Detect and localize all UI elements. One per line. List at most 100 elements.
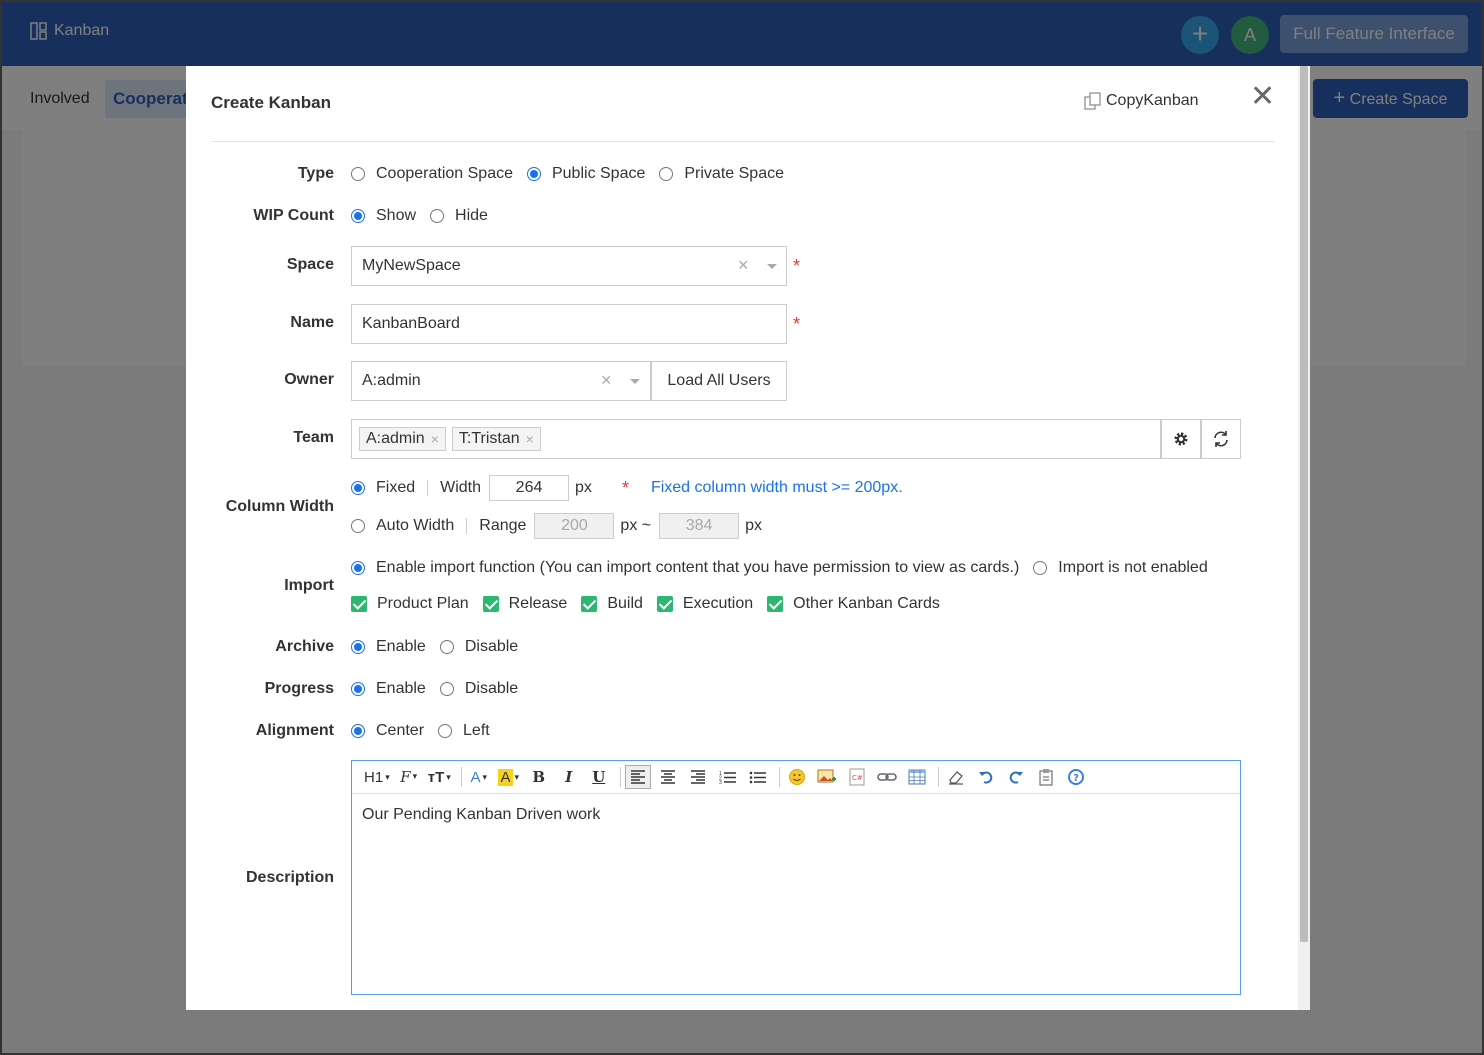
emoji-icon[interactable] [784, 765, 810, 789]
font-size-button[interactable]: тT ▾ [426, 765, 453, 789]
type-option-label: Private Space [684, 165, 784, 182]
import-enable-option[interactable]: Enable import function (You can import c… [351, 559, 1019, 577]
team-refresh-button[interactable] [1201, 419, 1241, 459]
underline-button[interactable]: U [586, 765, 612, 789]
radio-checked-icon [351, 640, 365, 654]
heading-button[interactable]: H1 ▾ [362, 765, 392, 789]
archive-option-enable[interactable]: Enable [351, 638, 426, 656]
width-input[interactable]: 264 [489, 475, 570, 501]
bullet-list-icon[interactable] [745, 765, 771, 789]
check-release[interactable]: Release [482, 595, 568, 613]
owner-value: A:admin [362, 372, 421, 389]
image-icon[interactable] [814, 765, 840, 789]
clear-icon[interactable]: × [738, 247, 749, 283]
team-select[interactable]: A:admin × T:Tristan × [351, 419, 1161, 459]
type-option-cooperation[interactable]: Cooperation Space [351, 165, 513, 183]
font-family-button[interactable]: F ▾ [396, 765, 422, 789]
eraser-icon[interactable] [943, 765, 969, 789]
undo-icon[interactable] [973, 765, 999, 789]
code-icon[interactable]: C# [844, 765, 870, 789]
archive-option-label: Disable [464, 638, 519, 655]
ordered-list-icon[interactable]: 123 [715, 765, 741, 789]
redo-icon[interactable] [1003, 765, 1029, 789]
check-other-kanban-cards[interactable]: Other Kanban Cards [767, 595, 940, 613]
checkbox-checked-icon [767, 596, 784, 612]
paste-icon[interactable] [1033, 765, 1059, 789]
check-product-plan[interactable]: Product Plan [351, 595, 469, 613]
wip-option-hide[interactable]: Hide [430, 207, 488, 225]
checkbox-checked-icon [581, 596, 598, 612]
chevron-down-icon[interactable] [630, 379, 640, 384]
divider [427, 480, 429, 496]
progress-option-label: Disable [464, 680, 519, 697]
table-icon[interactable] [904, 765, 930, 789]
remove-tag-icon[interactable]: × [526, 420, 534, 458]
copy-kanban-label: CopyKanban [1106, 92, 1199, 109]
italic-button[interactable]: I [556, 765, 582, 789]
owner-select[interactable]: A:admin × [351, 361, 651, 401]
type-option-private[interactable]: Private Space [659, 165, 784, 183]
help-icon[interactable]: ? [1063, 765, 1089, 789]
wip-option-label: Hide [455, 207, 488, 224]
team-settings-button[interactable] [1161, 419, 1201, 459]
type-option-public[interactable]: Public Space [526, 165, 645, 183]
remove-tag-icon[interactable]: × [431, 420, 439, 458]
link-icon[interactable] [874, 765, 900, 789]
progress-option-disable[interactable]: Disable [439, 680, 519, 698]
heading-label: H1 [364, 768, 384, 786]
align-left-icon[interactable] [624, 765, 651, 789]
align-right-icon[interactable] [685, 765, 711, 789]
import-label: Import [284, 577, 334, 594]
check-execution[interactable]: Execution [656, 595, 753, 613]
chevron-down-icon[interactable] [767, 264, 777, 269]
scroll-thumb[interactable] [1300, 66, 1308, 942]
bold-button[interactable]: B [526, 765, 552, 789]
check-label: Other Kanban Cards [793, 595, 940, 612]
auto-width-option[interactable]: Auto Width [351, 517, 454, 535]
team-tag[interactable]: A:admin × [359, 427, 446, 451]
description-label: Description [245, 869, 334, 886]
space-select[interactable]: MyNewSpace × [351, 246, 787, 286]
check-build[interactable]: Build [581, 595, 643, 613]
align-center-icon[interactable] [655, 765, 681, 789]
px-unit: px [575, 479, 592, 496]
modal-scrollbar[interactable] [1298, 66, 1310, 1010]
alignment-option-center[interactable]: Center [351, 722, 424, 740]
range-max-input[interactable]: 384 [659, 513, 740, 539]
description-content[interactable]: Our Pending Kanban Driven work [352, 794, 1240, 836]
alignment-option-left[interactable]: Left [438, 722, 490, 740]
radio-icon [351, 167, 365, 181]
refresh-icon [1214, 431, 1228, 447]
check-label: Release [508, 595, 568, 612]
import-enable-label: Enable import function (You can import c… [376, 559, 1020, 576]
import-options: Enable import function (You can import c… [351, 559, 1222, 577]
modal-title: Create Kanban [211, 93, 331, 112]
archive-option-disable[interactable]: Disable [439, 638, 519, 656]
highlight-button[interactable]: A ▾ [496, 765, 522, 789]
radio-checked-icon [351, 724, 365, 738]
copy-icon [1084, 92, 1101, 110]
radio-icon [438, 724, 453, 738]
wip-option-show[interactable]: Show [351, 207, 416, 225]
team-tag[interactable]: T:Tristan × [451, 427, 541, 451]
fixed-option[interactable]: Fixed [351, 479, 415, 497]
import-checks: Product Plan Release Build Execution Oth… [351, 595, 954, 613]
archive-options: Enable Disable [351, 638, 532, 656]
import-disable-option[interactable]: Import is not enabled [1033, 559, 1208, 577]
close-icon[interactable]: ✕ [1250, 82, 1275, 112]
font-color-button[interactable]: A ▾ [466, 765, 492, 789]
svg-text:3: 3 [719, 780, 722, 784]
radio-checked-icon [351, 209, 365, 223]
clear-icon[interactable]: × [601, 362, 612, 398]
highlight-label: A [498, 768, 513, 786]
progress-option-enable[interactable]: Enable [351, 680, 426, 698]
load-all-users-button[interactable]: Load All Users [651, 361, 787, 401]
radio-checked-icon [526, 167, 541, 181]
copy-kanban-button[interactable]: CopyKanban [1084, 92, 1199, 110]
radio-checked-icon [351, 682, 365, 696]
column-width-label: Column Width [225, 498, 334, 515]
range-min-input[interactable]: 200 [534, 513, 615, 539]
range-separator: px ~ [620, 517, 652, 534]
radio-icon [659, 167, 674, 181]
name-input[interactable]: KanbanBoard [351, 304, 787, 344]
